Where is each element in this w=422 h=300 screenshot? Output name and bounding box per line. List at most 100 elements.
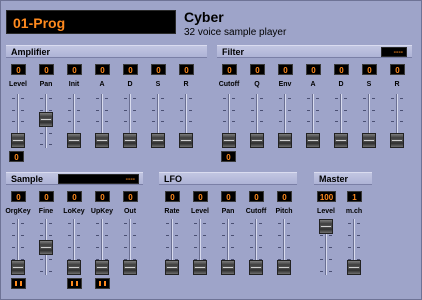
amplifier-s-slider[interactable] (151, 94, 165, 148)
filter-env-slider[interactable] (278, 94, 292, 148)
lfo-level-value[interactable]: 0 (193, 191, 208, 202)
filter-r-value[interactable]: 0 (390, 64, 405, 75)
amplifier-r-value[interactable]: 0 (179, 64, 194, 75)
sample-upkey-value[interactable]: 0 (95, 191, 110, 202)
amplifier-pan-slider-thumb[interactable] (39, 111, 53, 127)
sample-toggle-1[interactable] (11, 278, 26, 289)
lfo-rate-tick (166, 235, 169, 236)
amplifier-level-value[interactable]: 0 (11, 64, 26, 75)
lfo-rate-value[interactable]: 0 (165, 191, 180, 202)
amplifier-pan-slider[interactable] (39, 94, 53, 148)
sample-fine-value[interactable]: 0 (39, 191, 54, 202)
filter-q-slider-thumb[interactable] (250, 133, 264, 148)
filter-r-slider-thumb[interactable] (390, 133, 404, 148)
sample-fine-label: Fine (38, 208, 54, 215)
sample-out-slider[interactable] (123, 219, 137, 275)
amplifier-pan-tick (40, 109, 43, 111)
filter-s-slider[interactable] (362, 94, 376, 148)
sample-out-value[interactable]: 0 (123, 191, 138, 202)
filter-s-value[interactable]: 0 (362, 64, 377, 75)
amplifier-a-value[interactable]: 0 (95, 64, 110, 75)
filter-d-slider[interactable] (334, 94, 348, 148)
lfo-pitch-slider[interactable] (277, 219, 291, 275)
filter-d-slider-thumb[interactable] (334, 133, 348, 148)
lfo-rate-slider-thumb[interactable] (165, 260, 179, 275)
master-level-slider[interactable] (319, 219, 333, 275)
master-m-ch-slider-thumb[interactable] (347, 260, 361, 275)
filter-a-slider[interactable] (306, 94, 320, 148)
amplifier-r-slider[interactable] (179, 94, 193, 148)
sample-lokey-slider-thumb[interactable] (67, 260, 81, 275)
filter-extra-value[interactable]: 0 (221, 151, 236, 162)
sample-orgkey-value[interactable]: 0 (11, 191, 26, 202)
master-level-slider-thumb[interactable] (319, 219, 333, 234)
filter-env-label: Env (278, 81, 292, 88)
amplifier-s-slider-thumb[interactable] (151, 133, 165, 148)
filter-a-slider-thumb[interactable] (306, 133, 320, 148)
lfo-pitch-value[interactable]: 0 (277, 191, 292, 202)
amplifier-pan-tick (40, 98, 43, 99)
filter-display[interactable]: ---- (381, 47, 407, 57)
master-m-ch-slider[interactable] (347, 219, 361, 275)
lfo-cutoff-value[interactable]: 0 (249, 191, 264, 202)
amplifier-d-value[interactable]: 0 (123, 64, 138, 75)
sample-display[interactable]: ---- (58, 174, 139, 184)
sample-toggle-2[interactable] (67, 278, 82, 289)
amplifier-d-slider-thumb[interactable] (123, 133, 137, 148)
lfo-level-slider-thumb[interactable] (193, 260, 207, 275)
lfo-pan-tick (222, 235, 225, 236)
master-level-value[interactable]: 100 (317, 191, 336, 202)
amplifier-a-slider-thumb[interactable] (95, 133, 109, 148)
lfo-cutoff-slider[interactable] (249, 219, 263, 275)
lfo-pan-slider[interactable] (221, 219, 235, 275)
amplifier-level-tick (21, 98, 24, 99)
amplifier-level-slider[interactable] (11, 94, 25, 148)
amplifier-extra-value[interactable]: 0 (9, 151, 24, 162)
sample-upkey-tick (105, 223, 108, 224)
sample-lokey-value[interactable]: 0 (67, 191, 82, 202)
filter-s-label: S (366, 81, 372, 88)
sample-lokey-slider[interactable] (67, 219, 81, 275)
amplifier-a-slider[interactable] (95, 94, 109, 148)
filter-q-value[interactable]: 0 (250, 64, 265, 75)
filter-a-tick (316, 121, 319, 122)
sample-out-slider-thumb[interactable] (123, 260, 137, 275)
master-m-ch-value[interactable]: 1 (347, 191, 362, 202)
lfo-rate-slider[interactable] (165, 219, 179, 275)
filter-a-value[interactable]: 0 (306, 64, 321, 75)
amplifier-r-slider-thumb[interactable] (179, 133, 193, 148)
amplifier-d-slider[interactable] (123, 94, 137, 148)
lfo-pitch-slider-thumb[interactable] (277, 260, 291, 275)
filter-env-tick (288, 121, 291, 122)
sample-upkey-slider-thumb[interactable] (95, 260, 109, 275)
amplifier-pan-label: Pan (39, 81, 53, 88)
sample-orgkey-slider[interactable] (11, 219, 25, 275)
filter-env-slider-thumb[interactable] (278, 133, 292, 148)
filter-cutoff-slider[interactable] (222, 94, 236, 148)
amplifier-level-slider-thumb[interactable] (11, 133, 25, 148)
amplifier-d-tick (124, 109, 127, 111)
amplifier-pan-value[interactable]: 0 (39, 64, 54, 75)
lfo-pan-slider-thumb[interactable] (221, 260, 235, 275)
sample-toggle-3[interactable] (95, 278, 110, 289)
lfo-pan-value[interactable]: 0 (221, 191, 236, 202)
filter-env-value[interactable]: 0 (278, 64, 293, 75)
amplifier-init-slider-thumb[interactable] (67, 133, 81, 148)
amplifier-s-value[interactable]: 0 (151, 64, 166, 75)
lfo-pan-tick (222, 223, 225, 224)
lfo-cutoff-slider-thumb[interactable] (249, 260, 263, 275)
sample-orgkey-slider-thumb[interactable] (11, 260, 25, 275)
amplifier-init-slider[interactable] (67, 94, 81, 148)
filter-q-slider[interactable] (250, 94, 264, 148)
sample-upkey-slider[interactable] (95, 219, 109, 275)
filter-cutoff-value[interactable]: 0 (222, 64, 237, 75)
amplifier-init-value[interactable]: 0 (67, 64, 82, 75)
sample-fine-slider[interactable] (39, 219, 53, 275)
filter-r-slider[interactable] (390, 94, 404, 148)
filter-s-slider-thumb[interactable] (362, 133, 376, 148)
filter-cutoff-slider-thumb[interactable] (222, 133, 236, 148)
filter-d-value[interactable]: 0 (334, 64, 349, 75)
sample-fine-slider-thumb[interactable] (39, 239, 53, 255)
lfo-level-slider[interactable] (193, 219, 207, 275)
preset-display[interactable]: 01-Prog (6, 10, 176, 34)
